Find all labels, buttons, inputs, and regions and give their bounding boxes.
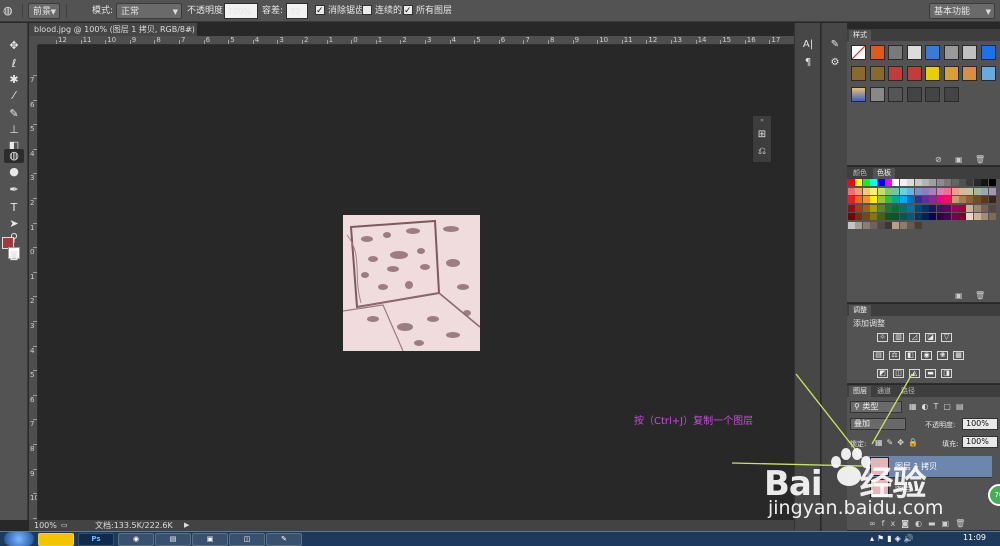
annotation-text: 按（Ctrl+J）复制一个图层: [634, 416, 754, 427]
paint-icon[interactable]: ✎: [266, 533, 302, 546]
taskbar-clock: 11:09: [962, 533, 986, 542]
start-orb-icon[interactable]: [4, 532, 34, 546]
app-icon[interactable]: ◫: [229, 533, 265, 546]
watermark-url: jingyan.baidu.com: [768, 497, 944, 519]
tray-icons[interactable]: ▴⚑▮◈🔊: [870, 534, 917, 543]
windows-taskbar: Ps ◉ ▤ ▣ ◫ ✎ ▴⚑▮◈🔊 11:09: [0, 531, 1000, 546]
photoshop-icon[interactable]: Ps: [78, 533, 114, 546]
qq-icon[interactable]: [38, 533, 74, 546]
annotation-arrow-3: [871, 373, 913, 445]
image-viewer-icon[interactable]: ▣: [192, 533, 228, 546]
paw-icon: [831, 448, 871, 486]
browser-icon[interactable]: ◉: [118, 533, 154, 546]
explorer-icon[interactable]: ▤: [155, 533, 191, 546]
